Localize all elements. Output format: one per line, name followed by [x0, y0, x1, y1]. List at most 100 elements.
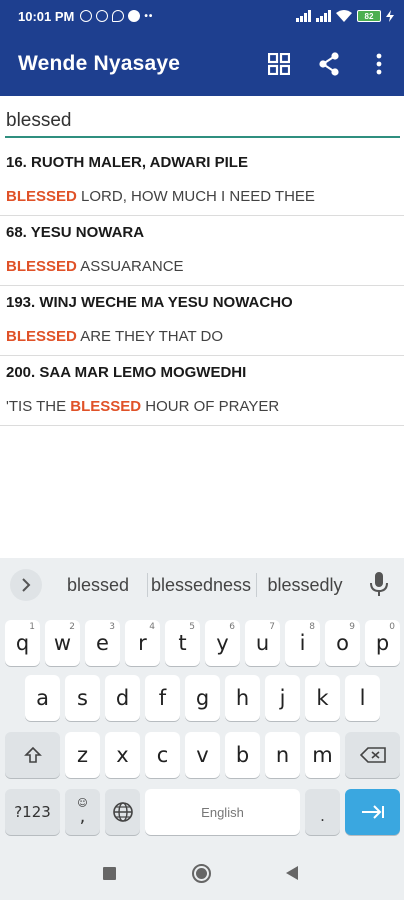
key-h[interactable]: h [225, 675, 260, 721]
result-snippet: BLESSED ARE THEY THAT DO [6, 320, 404, 355]
grid-view-icon [268, 53, 290, 75]
key-z[interactable]: z [65, 732, 100, 778]
overflow-menu-icon [376, 53, 382, 75]
search-bar [0, 100, 404, 142]
snippet-after: HOUR OF PRAYER [141, 398, 280, 415]
key-m[interactable]: m [305, 732, 340, 778]
expand-toolbar-button[interactable] [10, 569, 42, 601]
status-right-icons: 82 [296, 10, 394, 22]
app-bar-actions [254, 40, 404, 88]
snippet-match: BLESSED [6, 328, 77, 345]
key-q[interactable]: q1 [5, 620, 40, 666]
shift-key[interactable] [5, 732, 60, 778]
space-bar[interactable]: English [145, 789, 300, 835]
key-hint: 2 [69, 622, 75, 632]
result-title: 16. RUOTH MALER, ADWARI PILE [6, 154, 248, 171]
status-bar: 10:01 PM •• 82 [0, 0, 404, 32]
snippet-match: BLESSED [6, 188, 77, 205]
result-item[interactable]: 193. WINJ WECHE MA YESU NOWACHO BLESSED … [0, 286, 404, 356]
key-hint: 4 [149, 622, 155, 632]
key-w[interactable]: w2 [45, 620, 80, 666]
suggestion-strip: blessed blessedness blessedly [0, 558, 404, 610]
comma-key[interactable]: ☺ , [65, 789, 100, 835]
circle-app-icon [128, 10, 141, 22]
charging-icon [386, 10, 394, 22]
key-label: e [96, 631, 109, 655]
key-hint: 7 [269, 622, 275, 632]
suggestion-divider [256, 573, 257, 597]
mic-icon[interactable] [368, 570, 390, 598]
key-k[interactable]: k [305, 675, 340, 721]
home-circle-icon[interactable] [192, 864, 211, 883]
key-hint: 1 [29, 622, 35, 632]
result-item[interactable]: 68. YESU NOWARA BLESSED ASSUARANCE [0, 216, 404, 286]
app-title: Wende Nyasaye [18, 52, 181, 75]
suggestion-2[interactable]: blessedness [150, 572, 252, 598]
chevron-right-icon [22, 578, 31, 592]
overflow-menu-button[interactable] [354, 40, 404, 88]
grid-view-button[interactable] [254, 40, 304, 88]
symbols-key[interactable]: ?123 [5, 789, 60, 835]
whatsapp-icon [96, 10, 109, 22]
share-icon [319, 52, 339, 76]
language-key[interactable] [105, 789, 140, 835]
share-button[interactable] [304, 40, 354, 88]
status-time: 10:01 PM [18, 8, 75, 24]
soft-keyboard: blessed blessedness blessedly q1 w2 e3 r… [0, 558, 404, 846]
key-label: r [138, 631, 147, 655]
key-label: i [299, 631, 306, 655]
app-bar: Wende Nyasaye [0, 32, 404, 96]
key-n[interactable]: n [265, 732, 300, 778]
key-label: w [53, 631, 72, 655]
key-s[interactable]: s [65, 675, 100, 721]
key-r[interactable]: r4 [125, 620, 160, 666]
system-nav-bar [0, 846, 404, 900]
key-f[interactable]: f [145, 675, 180, 721]
key-label: u [255, 631, 270, 655]
suggestion-3[interactable]: blessedly [259, 572, 351, 598]
enter-key[interactable] [345, 789, 400, 835]
key-v[interactable]: v [185, 732, 220, 778]
key-e[interactable]: e3 [85, 620, 120, 666]
key-i[interactable]: i8 [285, 620, 320, 666]
wifi-icon [336, 10, 352, 22]
period-key[interactable]: . [305, 789, 340, 835]
search-input[interactable] [5, 106, 400, 138]
key-t[interactable]: t5 [165, 620, 200, 666]
key-o[interactable]: o9 [325, 620, 360, 666]
key-hint: 9 [349, 622, 355, 632]
key-hint: 6 [229, 622, 235, 632]
result-item[interactable]: 200. SAA MAR LEMO MOGWEDHI 'TIS THE BLES… [0, 356, 404, 426]
key-hint: 5 [189, 622, 195, 632]
chat-bubble-icon [112, 10, 125, 22]
snippet-after: LORD, HOW MUCH I NEED THEE [76, 188, 315, 205]
key-hint: 8 [309, 622, 315, 632]
backspace-key[interactable] [345, 732, 400, 778]
key-label: q [15, 631, 30, 655]
key-b[interactable]: b [225, 732, 260, 778]
result-item[interactable]: 16. RUOTH MALER, ADWARI PILE BLESSED LOR… [0, 146, 404, 216]
recents-square-icon[interactable] [103, 867, 116, 880]
key-x[interactable]: x [105, 732, 140, 778]
key-label: p [375, 631, 390, 655]
key-label: o [336, 631, 349, 655]
suggestion-1[interactable]: blessed [54, 572, 142, 598]
key-u[interactable]: u7 [245, 620, 280, 666]
shift-arrow-icon [23, 746, 42, 763]
key-p[interactable]: p0 [365, 620, 400, 666]
key-c[interactable]: c [145, 732, 180, 778]
key-l[interactable]: l [345, 675, 380, 721]
snippet-match: BLESSED [6, 258, 77, 275]
result-title: 193. WINJ WECHE MA YESU NOWACHO [6, 294, 293, 311]
key-d[interactable]: d [105, 675, 140, 721]
result-title: 200. SAA MAR LEMO MOGWEDHI [6, 364, 247, 381]
result-snippet: BLESSED ASSUARANCE [6, 250, 404, 285]
key-y[interactable]: y6 [205, 620, 240, 666]
key-j[interactable]: j [265, 675, 300, 721]
back-triangle-icon[interactable] [286, 866, 298, 880]
comma-label: , [79, 806, 86, 827]
key-a[interactable]: a [25, 675, 60, 721]
key-g[interactable]: g [185, 675, 220, 721]
key-label: y [216, 631, 229, 655]
battery-icon: 82 [357, 10, 381, 22]
